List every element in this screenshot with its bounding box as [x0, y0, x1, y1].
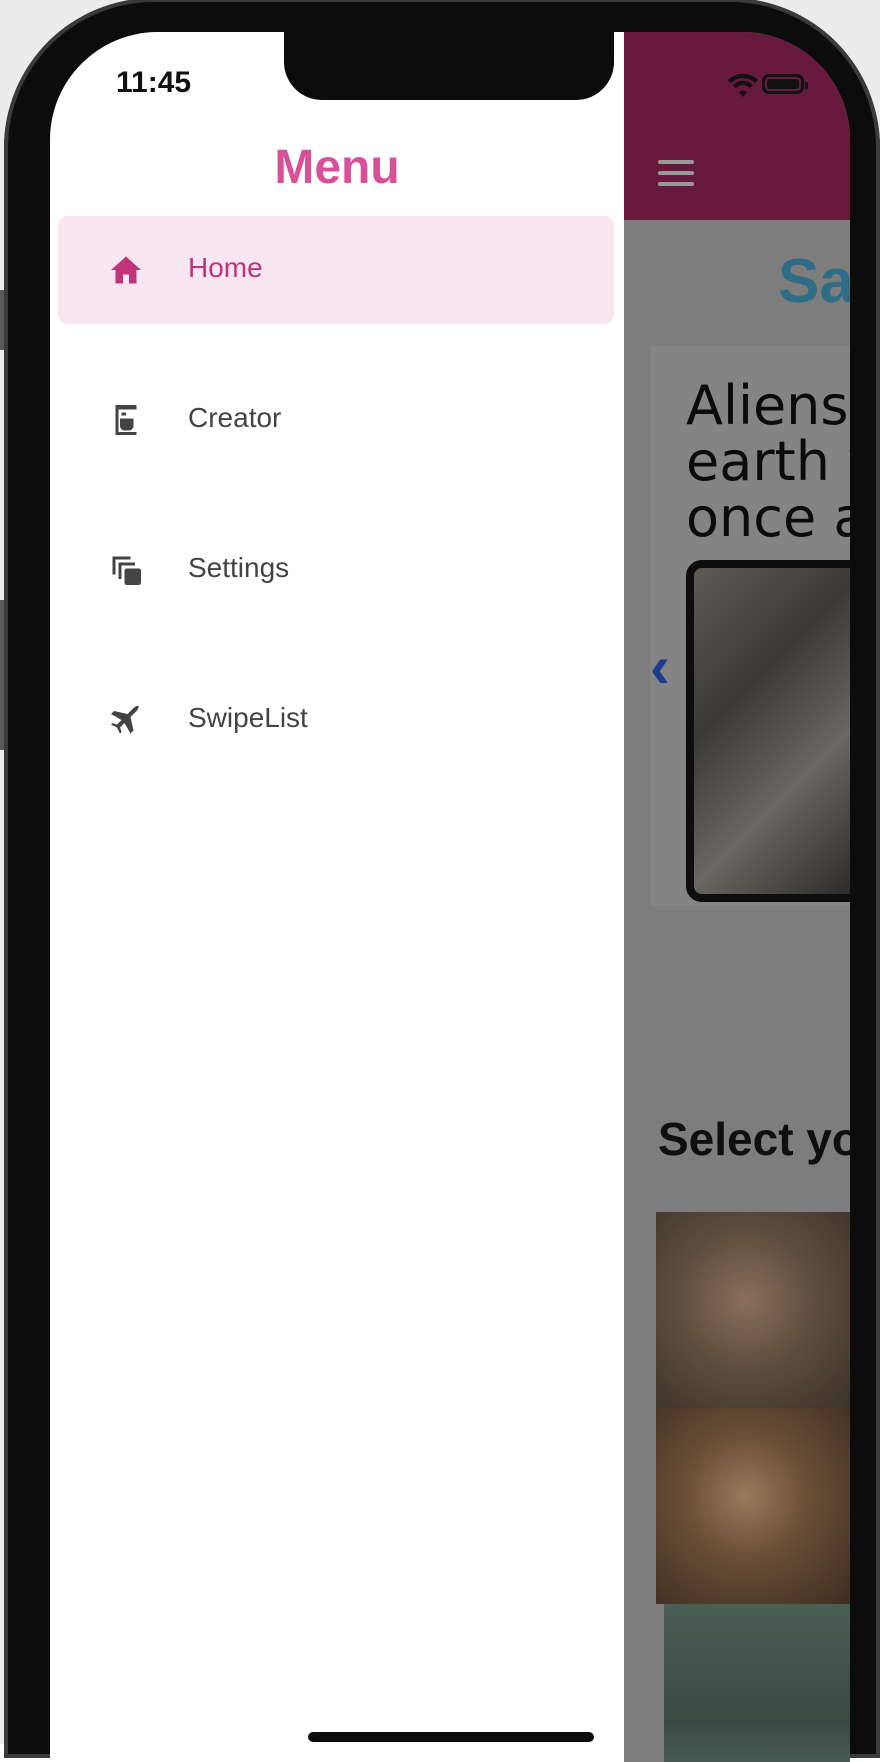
drawer-item-label: Creator [188, 402, 282, 433]
wifi-icon [728, 73, 758, 97]
drawer-item-home[interactable]: Home [58, 216, 614, 324]
phone-screen: •••• Sa Aliens earth w once a ‹ Select y… [50, 32, 850, 1762]
drawer-item-label: SwipeList [188, 702, 308, 733]
home-indicator[interactable] [308, 1732, 594, 1742]
drawer-item-creator[interactable]: Creator [58, 366, 614, 474]
meme-template-thumbnail[interactable] [656, 1408, 850, 1604]
copy-icon [112, 556, 141, 585]
airplane-icon [111, 705, 140, 734]
drawer-item-label: Home [188, 252, 263, 283]
coffee-maker-icon [115, 405, 137, 435]
drawer-title: Menu [274, 141, 400, 194]
page-title: Sa [778, 247, 850, 316]
drawer-item-swipelist[interactable]: SwipeList [58, 666, 614, 774]
phone-frame: •••• Sa Aliens earth w once a ‹ Select y… [4, 0, 880, 1762]
battery-icon [762, 74, 808, 94]
side-drawer: 11:45 Menu Home Creator Settings SwipeLi… [50, 32, 624, 1762]
status-time: 11:45 [116, 66, 192, 99]
meme-image [686, 560, 850, 902]
section-title: Select yo [658, 1113, 850, 1165]
hamburger-menu-icon[interactable] [658, 160, 694, 186]
drawer-item-settings[interactable]: Settings [58, 516, 614, 624]
meme-template-thumbnail[interactable] [656, 1212, 850, 1408]
phone-notch [284, 32, 614, 100]
home-icon [111, 256, 141, 284]
chevron-left-icon[interactable]: ‹ [650, 632, 670, 701]
drawer-item-label: Settings [188, 552, 290, 583]
meme-template-thumbnail[interactable] [664, 1604, 850, 1762]
meme-caption: Aliens earth w once a [686, 374, 850, 549]
